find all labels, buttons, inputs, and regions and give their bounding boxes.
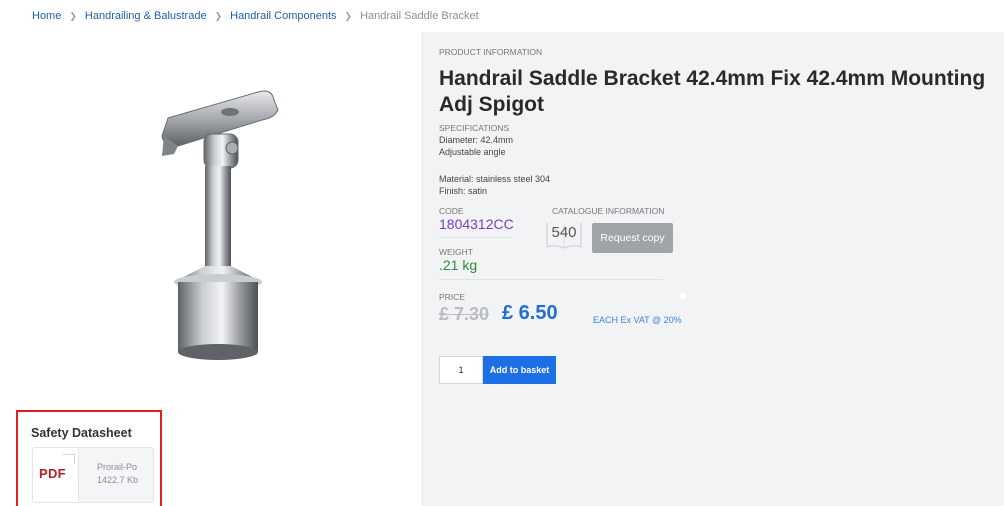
breadcrumb-components[interactable]: Handrail Components	[230, 10, 336, 22]
breadcrumb-handrailing[interactable]: Handrailing & Balustrade	[85, 10, 207, 22]
handrail-saddle-bracket-image	[161, 90, 279, 360]
catalogue-page-number: 540	[551, 224, 577, 241]
pdf-type-label: PDF	[39, 466, 66, 481]
divider	[439, 237, 511, 238]
request-copy-button[interactable]: Request copy	[592, 223, 673, 253]
breadcrumb: Home ❯ Handrailing & Balustrade ❯ Handra…	[32, 10, 479, 22]
product-weight: .21 kg	[439, 257, 478, 273]
quantity-input[interactable]	[439, 356, 483, 384]
product-code: 1804312CC	[439, 216, 514, 232]
price-vat-note: EACH Ex VAT @ 20%	[593, 315, 682, 325]
spec-finish: Finish: satin	[439, 186, 488, 196]
safety-datasheet-title: Safety Datasheet	[31, 426, 132, 440]
spec-material: Material: stainless steel 304	[439, 174, 551, 184]
pdf-file-icon: PDF	[33, 448, 79, 502]
catalogue-label: CATALOGUE INFORMATION	[552, 206, 665, 216]
price-label: PRICE	[439, 292, 465, 302]
breadcrumb-home[interactable]: Home	[32, 10, 61, 22]
page-fold-icon	[63, 454, 75, 464]
product-title: Handrail Saddle Bracket 42.4mm Fix 42.4m…	[439, 67, 986, 116]
safety-datasheet-section: Safety Datasheet PDF Prorail-Po 1422.7 K…	[16, 410, 162, 506]
code-label: CODE	[439, 206, 464, 216]
spec-diameter: Diameter: 42.4mm	[439, 135, 514, 145]
pdf-file-size: 1422.7 Kb	[97, 475, 139, 485]
section-label: PRODUCT INFORMATION	[439, 47, 543, 57]
divider	[439, 279, 663, 280]
chevron-right-icon: ❯	[214, 10, 223, 21]
weight-label: WEIGHT	[439, 247, 473, 257]
chevron-right-icon: ❯	[69, 10, 77, 21]
pdf-download-card[interactable]: PDF Prorail-Po 1422.7 Kb	[32, 447, 154, 503]
breadcrumb-current: Handrail Saddle Bracket	[360, 10, 479, 22]
add-to-basket-button[interactable]: Add to basket	[483, 356, 556, 384]
old-price: £ 7.30	[439, 304, 490, 324]
product-info-panel: PRODUCT INFORMATION Handrail Saddle Brac…	[421, 32, 1004, 506]
specifications-label: SPECIFICATIONS	[439, 123, 510, 133]
current-price: £ 6.50	[502, 302, 558, 324]
spec-adjustable: Adjustable angle	[439, 147, 506, 157]
chevron-right-icon: ❯	[344, 10, 353, 21]
decorative-dot	[680, 293, 686, 299]
pdf-file-name: Prorail-Po	[97, 462, 138, 472]
product-image[interactable]	[150, 82, 290, 372]
